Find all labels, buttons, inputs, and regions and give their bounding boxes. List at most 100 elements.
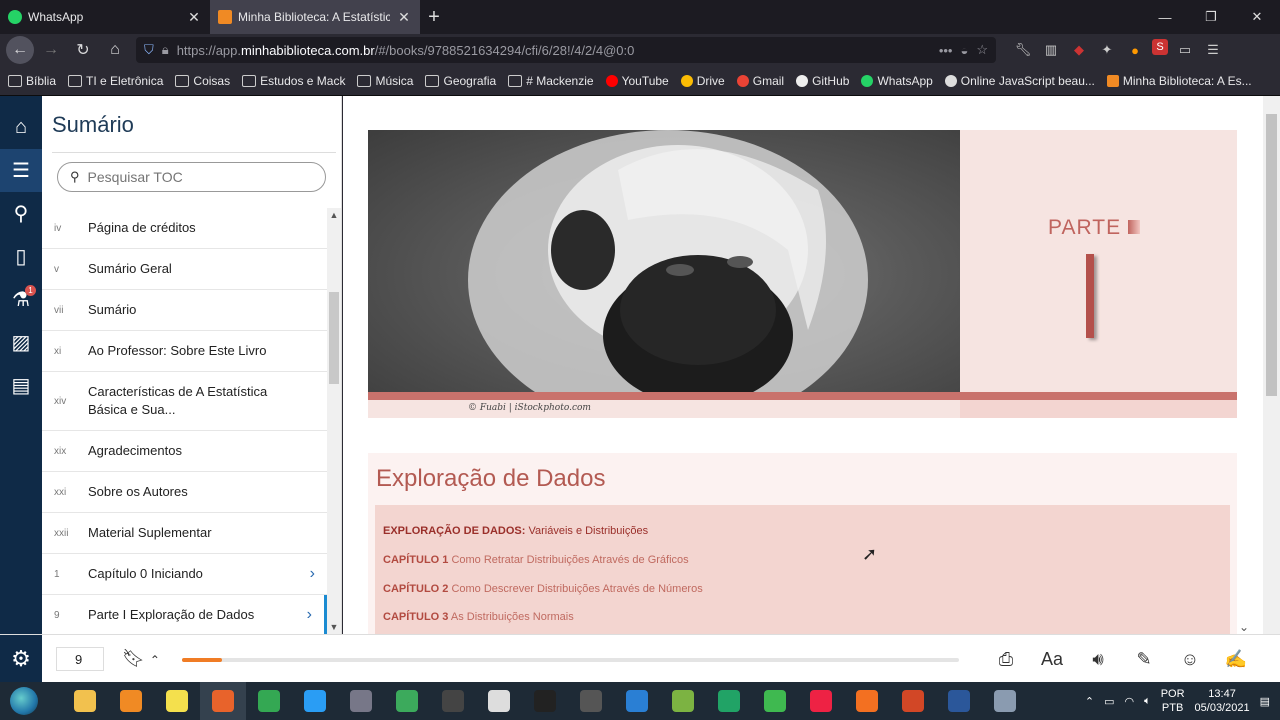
forward-button[interactable]: → <box>36 36 66 64</box>
language-indicator[interactable]: POR PTB <box>1161 687 1185 715</box>
taskbar-app[interactable] <box>936 682 982 720</box>
clock[interactable]: 13:47 05/03/2021 <box>1195 687 1250 715</box>
taskbar-app[interactable] <box>430 682 476 720</box>
taskbar-app[interactable] <box>476 682 522 720</box>
search-icon[interactable]: ⚲ <box>0 192 42 235</box>
taskbar-app[interactable] <box>108 682 154 720</box>
chevron-right-icon[interactable]: › <box>307 606 312 624</box>
contents-line[interactable]: CAPÍTULO 3 As Distribuições Normais <box>383 611 574 623</box>
contents-line[interactable]: CAPÍTULO 2 Como Descrever Distribuições … <box>383 583 703 595</box>
toc-item-current[interactable]: 9 Parte I Exploração de Dados › <box>42 595 327 634</box>
extension-ball-icon[interactable]: ● <box>1124 39 1146 61</box>
start-button[interactable] <box>0 682 48 720</box>
scrollbar-thumb[interactable] <box>1266 114 1277 396</box>
notebook-icon[interactable]: ▯ <box>0 235 42 278</box>
bookmark-icon[interactable]: 🔖︎ ⌃ <box>122 648 160 669</box>
bookmark-item[interactable]: TI e Eletrônica <box>68 74 163 88</box>
bookmark-item[interactable]: # Mackenzie <box>508 74 594 88</box>
scrollbar-thumb[interactable] <box>329 292 339 384</box>
shield-icon[interactable]: ⛉ <box>144 42 154 58</box>
chevron-right-icon[interactable]: › <box>310 565 315 583</box>
bookmark-item[interactable]: Bíblia <box>8 74 56 88</box>
bookmark-item[interactable]: Música <box>357 74 413 88</box>
wrench-icon[interactable]: 🔧︎ <box>1012 39 1034 61</box>
battery-icon[interactable]: ▭ <box>1104 695 1114 708</box>
close-icon[interactable]: ✕ <box>396 9 412 26</box>
taskbar-app[interactable] <box>338 682 384 720</box>
ublock-icon[interactable]: ◆ <box>1068 39 1090 61</box>
taskbar-app[interactable] <box>798 682 844 720</box>
toc-search[interactable]: ⚲ <box>57 162 326 192</box>
toc-item[interactable]: xix Agradecimentos <box>42 431 327 472</box>
close-icon[interactable]: ✕ <box>186 9 202 26</box>
reload-button[interactable]: ↻ <box>68 36 98 64</box>
taskbar-app[interactable] <box>890 682 936 720</box>
bookmark-item[interactable]: Minha Biblioteca: A Es... <box>1106 74 1252 88</box>
highlight-icon[interactable]: ✎ <box>1128 643 1160 675</box>
cards-icon[interactable]: ▤ <box>0 364 42 407</box>
bookmark-item[interactable]: YouTube <box>605 74 669 88</box>
bookmark-item[interactable]: Gmail <box>736 74 784 88</box>
home-button[interactable]: ⌂ <box>100 36 130 64</box>
taskbar-app[interactable] <box>292 682 338 720</box>
close-window-icon[interactable]: ✕ <box>1234 0 1280 34</box>
contents-line[interactable]: CAPÍTULO 1 Como Retratar Distribuições A… <box>383 554 689 566</box>
toc-item[interactable]: vii Sumário <box>42 290 327 331</box>
lock-icon[interactable]: 🔒︎ <box>162 42 169 58</box>
star-icon[interactable]: ☆ <box>976 42 988 58</box>
taskbar-app[interactable] <box>246 682 292 720</box>
back-button[interactable]: ← <box>6 36 34 64</box>
scroll-up-icon[interactable]: ▲ <box>327 208 341 222</box>
scroll-down-icon[interactable]: ▼ <box>327 620 341 634</box>
pocket-icon[interactable]: ◒ <box>960 43 968 58</box>
toc-item[interactable]: xxii Material Suplementar <box>42 513 327 554</box>
print-icon[interactable]: ⎙ <box>990 643 1022 675</box>
maximize-icon[interactable]: ❐ <box>1188 0 1234 34</box>
taskbar-app[interactable] <box>200 682 246 720</box>
toc-item[interactable]: 1 Capítulo 0 Iniciando › <box>42 554 327 595</box>
page-scrollbar[interactable] <box>1263 96 1280 634</box>
page-actions-icon[interactable]: ••• <box>939 43 953 58</box>
toc-item[interactable]: xi Ao Professor: Sobre Este Livro <box>42 331 327 372</box>
volume-icon[interactable]: 🔈︎ <box>1144 695 1151 708</box>
notification-icon[interactable]: ▤ <box>1260 695 1270 708</box>
page-number-input[interactable]: 9 <box>56 647 104 671</box>
chevron-down-icon[interactable]: ⌄ <box>1239 620 1249 634</box>
toc-item[interactable]: v Sumário Geral <box>42 249 327 290</box>
flask-icon[interactable]: ⚗︎ 1 <box>0 278 42 321</box>
audio-icon[interactable]: 🔊︎ <box>1082 643 1114 675</box>
taskbar-app[interactable] <box>614 682 660 720</box>
bookmark-item[interactable]: Estudos e Mack <box>242 74 345 88</box>
taskbar-app[interactable] <box>154 682 200 720</box>
reading-progress[interactable] <box>182 658 959 662</box>
bookmark-item[interactable]: Online JavaScript beau... <box>944 74 1095 88</box>
toc-scrollbar[interactable]: ▲ ▼ <box>327 208 341 634</box>
home-icon[interactable]: ⌂ <box>0 106 42 149</box>
image-icon[interactable]: ▨ <box>0 321 42 364</box>
new-tab-button[interactable]: + <box>420 0 448 34</box>
bookmark-item[interactable]: WhatsApp <box>861 74 933 88</box>
tab-whatsapp[interactable]: WhatsApp ✕ <box>0 0 210 34</box>
bookmark-item[interactable]: Geografia <box>425 74 496 88</box>
tab-minha-biblioteca[interactable]: Minha Biblioteca: A Estatística ✕ <box>210 0 420 34</box>
taskbar-app[interactable] <box>522 682 568 720</box>
toc-item[interactable]: xiv Características de A Estatística Bási… <box>42 372 327 431</box>
toc-item[interactable]: xxi Sobre os Autores <box>42 472 327 513</box>
taskbar-app[interactable] <box>384 682 430 720</box>
extension-s-icon[interactable]: S <box>1152 39 1168 55</box>
notes-icon[interactable]: ✍ <box>1220 643 1252 675</box>
taskbar-app[interactable] <box>660 682 706 720</box>
bookmark-item[interactable]: GitHub <box>796 74 849 88</box>
bookmark-item[interactable]: Drive <box>680 74 725 88</box>
chevron-up-icon[interactable]: ⌃ <box>1085 695 1094 708</box>
extension-icon[interactable]: ✦ <box>1096 39 1118 61</box>
taskbar-app[interactable] <box>706 682 752 720</box>
taskbar-app[interactable] <box>568 682 614 720</box>
feedback-icon[interactable]: ☺ <box>1174 643 1206 675</box>
sidebar-icon[interactable]: ▥ <box>1040 39 1062 61</box>
font-size-icon[interactable]: Aa <box>1036 643 1068 675</box>
bookmark-item[interactable]: Coisas <box>175 74 230 88</box>
minimize-icon[interactable]: — <box>1142 0 1188 34</box>
toc-item[interactable]: iv Página de créditos <box>42 208 327 249</box>
taskbar-app[interactable] <box>844 682 890 720</box>
